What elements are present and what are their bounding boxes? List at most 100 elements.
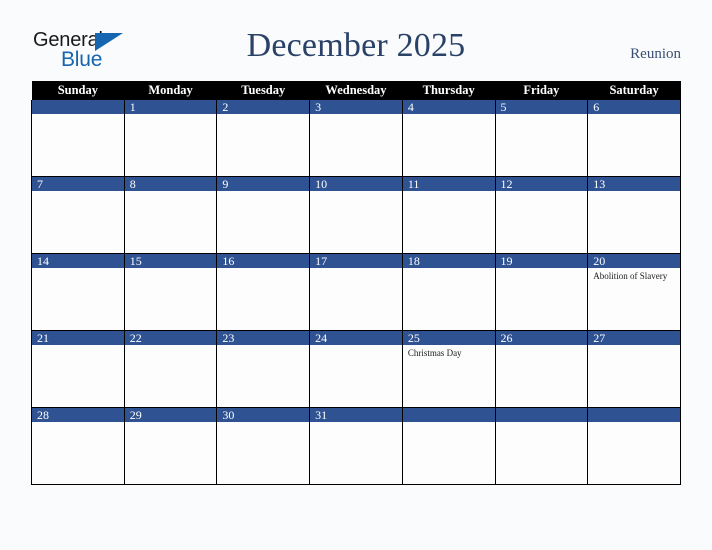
calendar-day-cell[interactable]: 26 [494,330,589,408]
day-events [403,268,495,271]
calendar-day-cell[interactable]: 9 [216,176,311,254]
calendar-day-cell[interactable]: 17 [309,253,403,331]
calendar-day-cell[interactable]: 24 [309,330,403,408]
day-cell-content: 5 [495,100,588,176]
day-number: 31 [310,408,402,422]
day-number: 26 [495,331,588,345]
day-cell-content: 23 [217,331,310,407]
day-events: Christmas Day [403,345,495,359]
day-number: 14 [32,254,124,268]
calendar-day-cell[interactable]: 1 [123,100,218,177]
day-events [403,114,495,117]
calendar-day-cell[interactable]: 27 [587,330,681,408]
calendar-grid: Sunday Monday Tuesday Wednesday Thursday… [31,81,681,485]
day-cell-content: 12 [495,177,588,253]
calendar-day-cell[interactable]: 2 [216,100,311,177]
calendar-day-cell[interactable]: 22 [123,330,218,408]
calendar-day-cell[interactable]: 20 Abolition of Slavery [587,253,681,331]
day-cell-content: 24 [310,331,402,407]
day-cell-content: 14 [32,254,124,330]
calendar-day-cell[interactable]: 29 [123,407,218,485]
calendar-day-cell[interactable]: 10 [309,176,403,254]
page-header: General Blue December 2025 Reunion [0,0,712,78]
day-number: 29 [124,408,217,422]
calendar-day-cell[interactable] [587,407,681,485]
calendar-day-cell[interactable]: 12 [494,176,589,254]
day-number: 8 [124,177,217,191]
day-events [217,114,309,117]
calendar-day-cell[interactable]: 28 [31,407,125,485]
day-cell-content: 20 Abolition of Slavery [588,254,680,330]
calendar-day-cell[interactable]: 11 [401,176,496,254]
calendar-day-cell[interactable]: 6 [587,100,681,177]
day-events [403,191,495,194]
day-cell-content: 22 [124,331,217,407]
day-cell-content: 15 [124,254,217,330]
day-cell-content: 30 [217,408,310,484]
calendar-day-cell[interactable]: 14 [31,253,125,331]
weekday-header-monday: Monday [124,81,217,100]
calendar-day-cell[interactable]: 18 [401,253,496,331]
day-cell-content: 25 Christmas Day [402,331,495,407]
day-number: 13 [588,177,680,191]
day-events [125,268,217,271]
day-cell-content: 27 [588,331,680,407]
calendar-day-cell[interactable]: 19 [494,253,589,331]
calendar-day-cell[interactable]: 25 Christmas Day [401,330,496,408]
day-number: 25 [402,331,495,345]
day-events [403,422,495,425]
page-title: December 2025 [246,27,466,64]
day-events [310,268,402,271]
day-events [588,191,680,194]
calendar-day-cell[interactable]: 13 [587,176,681,254]
day-events [310,191,402,194]
day-events [32,422,124,425]
day-events: Abolition of Slavery [588,268,680,282]
calendar-day-cell[interactable]: 15 [123,253,218,331]
calendar-day-cell[interactable]: 8 [123,176,218,254]
day-number: 6 [588,100,680,114]
day-number [495,408,588,422]
day-events [217,345,309,348]
day-number: 5 [495,100,588,114]
day-cell-content: 11 [402,177,495,253]
day-events [496,114,588,117]
calendar-day-cell[interactable]: 31 [309,407,403,485]
day-events [125,114,217,117]
calendar-day-cell[interactable]: 30 [216,407,311,485]
calendar-day-cell[interactable]: 3 [309,100,403,177]
day-number: 20 [588,254,680,268]
region-label: Reunion [630,46,681,62]
day-number: 4 [402,100,495,114]
calendar-day-cell[interactable]: 21 [31,330,125,408]
day-number: 28 [32,408,124,422]
calendar-day-cell[interactable] [494,407,589,485]
day-number: 22 [124,331,217,345]
calendar-day-cell[interactable] [401,407,496,485]
day-number: 17 [310,254,402,268]
day-events [310,345,402,348]
day-number: 2 [217,100,310,114]
weekday-header-sunday: Sunday [31,81,125,100]
calendar-day-cell[interactable]: 7 [31,176,125,254]
day-cell-content: 8 [124,177,217,253]
day-events [588,114,680,117]
weekday-header-tuesday: Tuesday [216,81,310,100]
calendar-day-cell[interactable]: 5 [494,100,589,177]
day-cell-content: 17 [310,254,402,330]
day-cell-content: 29 [124,408,217,484]
calendar-day-cell[interactable]: 23 [216,330,311,408]
weekday-header-friday: Friday [495,81,588,100]
day-cell-content: 2 [217,100,310,176]
day-events [32,345,124,348]
calendar-day-cell[interactable]: 4 [401,100,496,177]
holiday-event: Abolition of Slavery [593,271,668,281]
day-cell-content [588,408,680,484]
day-number: 16 [217,254,310,268]
day-cell-content: 26 [495,331,588,407]
calendar-day-cell[interactable]: 16 [216,253,311,331]
calendar-day-cell[interactable] [31,100,125,177]
calendar-week-row: 123456 [31,100,681,177]
day-number: 24 [310,331,402,345]
day-cell-content: 1 [124,100,217,176]
